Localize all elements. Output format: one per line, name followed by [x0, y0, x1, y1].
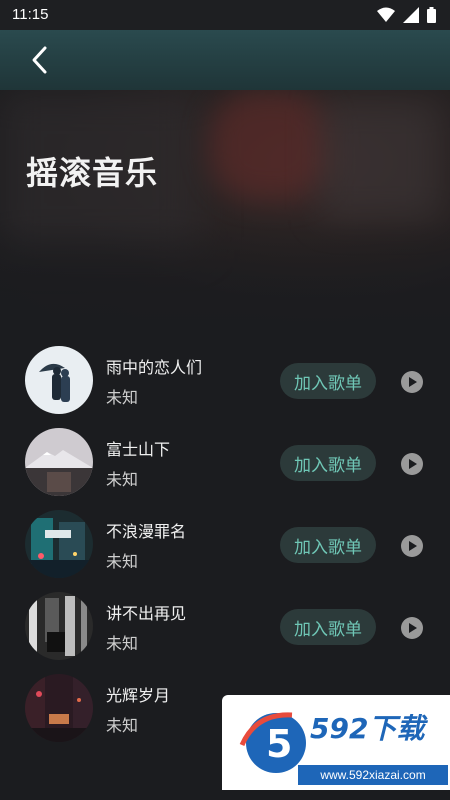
album-cover	[25, 428, 93, 496]
play-icon[interactable]	[401, 535, 423, 557]
hero-background-shade	[320, 100, 440, 220]
album-cover	[25, 592, 93, 660]
song-title: 光辉岁月	[106, 686, 171, 705]
page-title: 摇滚音乐	[26, 154, 159, 192]
chevron-left-icon	[32, 46, 47, 74]
song-artist: 未知	[106, 552, 139, 571]
play-icon[interactable]	[401, 453, 423, 475]
song-artist: 未知	[106, 470, 139, 489]
play-icon[interactable]	[401, 371, 423, 393]
hero-fade	[0, 220, 450, 330]
back-button[interactable]	[24, 42, 60, 78]
song-item[interactable]: 不浪漫罪名 未知 加入歌单	[0, 504, 450, 586]
hero-banner: 摇滚音乐	[0, 90, 450, 330]
svg-text:5: 5	[266, 722, 292, 766]
watermark-brand: 592下载	[310, 712, 425, 745]
signal-icon	[403, 7, 419, 23]
add-to-playlist-button[interactable]: 加入歌单	[280, 363, 376, 399]
add-to-playlist-button[interactable]: 加入歌单	[280, 609, 376, 645]
wifi-icon	[377, 7, 395, 22]
status-icons	[377, 7, 436, 23]
song-item[interactable]: 雨中的恋人们 未知 加入歌单	[0, 340, 450, 422]
song-item[interactable]: 富士山下 未知 加入歌单	[0, 422, 450, 504]
song-title: 富士山下	[106, 440, 171, 459]
app-bar	[0, 30, 450, 90]
status-bar: 11:15	[0, 0, 450, 30]
song-title: 讲不出再见	[106, 604, 187, 623]
watermark-url: www.592xiazai.com	[298, 765, 448, 785]
song-title: 不浪漫罪名	[106, 522, 187, 541]
battery-icon	[427, 7, 436, 23]
play-icon[interactable]	[401, 617, 423, 639]
site-watermark: 5 592下载 www.592xiazai.com	[222, 695, 450, 790]
hero-background-accent	[210, 90, 330, 200]
album-cover	[25, 510, 93, 578]
album-cover	[25, 674, 93, 742]
song-list: 雨中的恋人们 未知 加入歌单 富士山下 未知 加入歌单 不浪漫罪名 未知 加入歌…	[0, 340, 450, 750]
song-item[interactable]: 讲不出再见 未知 加入歌单	[0, 586, 450, 668]
album-cover	[25, 346, 93, 414]
song-title: 雨中的恋人们	[106, 358, 203, 377]
song-artist: 未知	[106, 388, 139, 407]
song-artist: 未知	[106, 716, 139, 735]
song-artist: 未知	[106, 634, 139, 653]
add-to-playlist-button[interactable]: 加入歌单	[280, 445, 376, 481]
add-to-playlist-button[interactable]: 加入歌单	[280, 527, 376, 563]
status-time: 11:15	[12, 6, 49, 23]
